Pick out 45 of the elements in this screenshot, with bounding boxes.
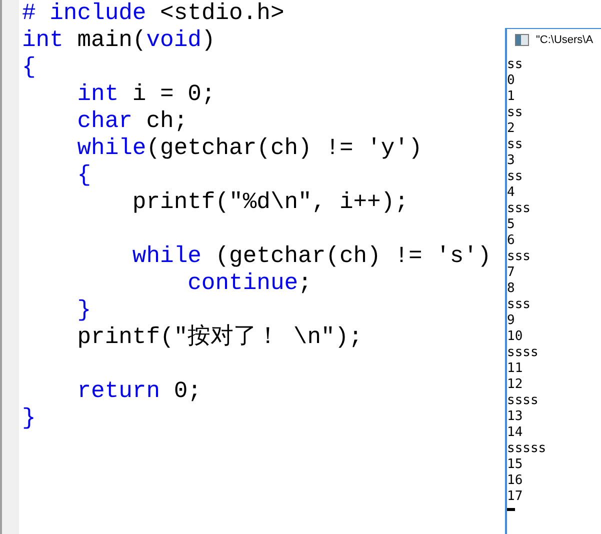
code-line: continue; bbox=[186, 270, 312, 297]
console-output-line: ss bbox=[507, 57, 523, 73]
code-line: while (getchar(ch) != 's') bbox=[131, 243, 492, 270]
code-line: # include <stdio.h> bbox=[22, 0, 284, 27]
console-output-line: 6 bbox=[507, 233, 515, 249]
console-output-line: 10 bbox=[507, 329, 523, 345]
console-output-line: 9 bbox=[507, 313, 515, 329]
code-line: char ch; bbox=[76, 108, 188, 135]
console-output-line: ss bbox=[507, 137, 523, 153]
console-output-line: 8 bbox=[507, 281, 515, 297]
console-output-line: 13 bbox=[507, 409, 523, 425]
console-title: "C:\Users\A bbox=[536, 32, 594, 48]
console-output-line: sss bbox=[507, 201, 530, 217]
console-output-line: 2 bbox=[507, 121, 515, 137]
console-output-line: 5 bbox=[507, 217, 515, 233]
console-output-line: 3 bbox=[507, 153, 515, 169]
console-output-line: sss bbox=[507, 249, 530, 265]
console-output-line: ss bbox=[507, 105, 523, 121]
code-line: printf("按对了！ \n"); bbox=[76, 324, 362, 351]
console-output-line: ss bbox=[507, 169, 523, 185]
console-output-line: ssss bbox=[507, 345, 538, 361]
console-output-line: 12 bbox=[507, 377, 523, 393]
console-output-line: sssss bbox=[507, 441, 546, 457]
console-output-line: 15 bbox=[507, 457, 523, 473]
console-output-line: 11 bbox=[507, 361, 523, 377]
code-line: { bbox=[22, 54, 36, 81]
console-output-line: 7 bbox=[507, 265, 515, 281]
console-output-line: 4 bbox=[507, 185, 515, 201]
console-output-line: 0 bbox=[507, 73, 515, 89]
console-output-line: sss bbox=[507, 297, 530, 313]
code-line: int main(void) bbox=[22, 27, 216, 54]
code-line: while(getchar(ch) != 'y') bbox=[76, 135, 422, 162]
console-output-line: ssss bbox=[507, 393, 538, 409]
code-line: } bbox=[76, 297, 92, 324]
console-output-line: 1 bbox=[507, 89, 515, 105]
console-output-line: 14 bbox=[507, 425, 523, 441]
code-line: return 0; bbox=[76, 378, 202, 405]
code-line: { bbox=[76, 162, 92, 189]
code-line: int i = 0; bbox=[76, 81, 216, 108]
text-cursor bbox=[507, 508, 515, 511]
console-output-line: 17 bbox=[507, 489, 523, 505]
console-output-line: 16 bbox=[507, 473, 523, 489]
console-window-icon bbox=[515, 34, 529, 46]
code-line: printf("%d\n", i++); bbox=[131, 189, 408, 216]
code-line: } bbox=[22, 405, 36, 432]
